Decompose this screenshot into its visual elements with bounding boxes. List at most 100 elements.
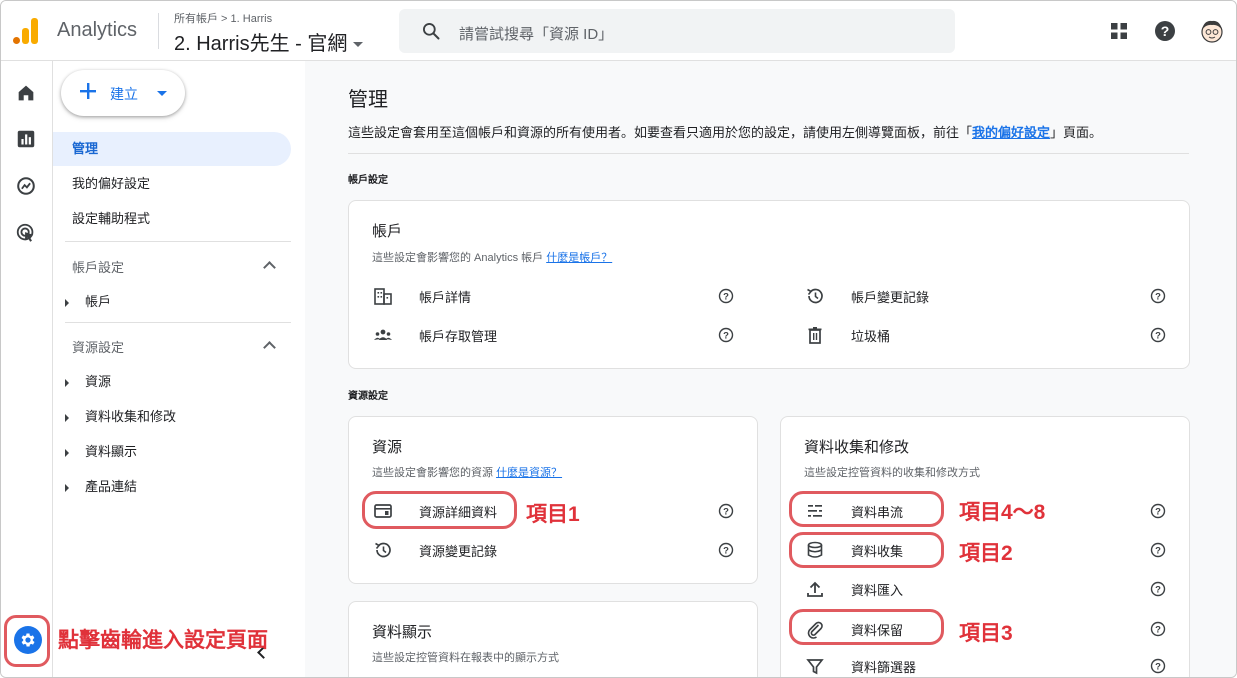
left-rail [1, 61, 53, 677]
avatar[interactable] [1199, 18, 1225, 44]
svg-text:?: ? [723, 292, 729, 303]
chevron-up-icon[interactable] [263, 261, 276, 274]
trash-icon [808, 327, 822, 344]
expand-arrow-icon [65, 448, 69, 457]
account-settings-section[interactable]: 帳戶設定 [72, 257, 124, 276]
explore-icon[interactable] [15, 175, 37, 197]
account-access-management-link[interactable]: 帳戶存取管理 [419, 326, 497, 345]
property-title: 2. Harris先生 - 官網 [174, 33, 348, 55]
highlight-property-details [362, 491, 517, 529]
advertising-icon[interactable] [15, 222, 37, 244]
analytics-logo-icon[interactable] [13, 18, 39, 44]
desc-text: 這些設定會套用至這個帳戶和資源的所有使用者。如要查看只適用於您的設定，請使用左側… [348, 125, 973, 140]
plus-icon [80, 83, 96, 99]
help-circle-icon[interactable]: ? [1150, 542, 1166, 558]
annotation-gear: 點擊齒輪進入設定頁面 [58, 629, 268, 652]
expand-arrow-icon [65, 378, 69, 387]
card-description: 這些設定控管資料在報表中的顯示方式 [372, 652, 559, 664]
svg-text:?: ? [1155, 585, 1161, 596]
caret-down-icon [157, 91, 167, 96]
annotation-item2: 項目2 [959, 542, 1013, 565]
data-display-card: 資料顯示 這些設定控管資料在報表中的顯示方式 [348, 601, 758, 677]
desc-text: 」頁面。 [1050, 125, 1103, 140]
upload-icon [807, 581, 823, 597]
svg-text:?: ? [1155, 662, 1161, 673]
nav-admin[interactable]: 管理 [53, 132, 291, 166]
page-description: 這些設定會套用至這個帳戶和資源的所有使用者。如要查看只適用於您的設定，請使用左側… [348, 122, 1102, 141]
filter-icon [806, 659, 824, 675]
tree-item-account[interactable]: 帳戶 [65, 291, 111, 310]
svg-text:?: ? [1155, 546, 1161, 557]
breadcrumb[interactable]: 所有帳戶 > 1. Harris [174, 10, 272, 26]
desc-text: 這些設定會影響您的 Analytics 帳戶 [372, 252, 544, 264]
data-filters-link[interactable]: 資料篩選器 [851, 657, 916, 676]
header-divider [158, 13, 159, 49]
property-selector[interactable]: 2. Harris先生 - 官網 [174, 27, 364, 56]
help-circle-icon[interactable]: ? [718, 542, 734, 558]
card-title: 資料收集和修改 [804, 439, 910, 456]
app-window: HARRIS先生 HARRIS先生 HARRIS先生 HARRIS先生 HARR… [0, 0, 1237, 678]
annotation-item4-8: 項目4～8 [959, 501, 1046, 524]
top-bar: Analytics 所有帳戶 > 1. Harris 2. Harris先生 -… [1, 1, 1236, 61]
apps-grid-icon[interactable] [1107, 19, 1131, 43]
card-title: 帳戶 [372, 223, 403, 240]
svg-text:?: ? [1155, 292, 1161, 303]
gear-circle [14, 626, 42, 654]
property-settings-section[interactable]: 資源設定 [72, 337, 124, 356]
nav-my-preferences[interactable]: 我的偏好設定 [53, 167, 291, 201]
account-change-history-link[interactable]: 帳戶變更記錄 [851, 287, 929, 306]
highlight-data-retention [789, 609, 944, 645]
help-circle-icon[interactable]: ? [1150, 503, 1166, 519]
reports-icon[interactable] [15, 128, 37, 150]
tree-item-label: 資源 [85, 374, 112, 389]
help-circle-icon[interactable]: ? [1150, 658, 1166, 674]
main-divider [348, 153, 1189, 154]
property-settings-label: 資源設定 [348, 391, 388, 402]
help-circle-icon[interactable]: ? [718, 288, 734, 304]
help-circle-icon[interactable]: ? [1150, 581, 1166, 597]
sidebar-divider [65, 241, 291, 242]
desc-text: 這些設定會影響您的資源 [372, 467, 493, 479]
home-icon[interactable] [15, 82, 37, 104]
card-description: 這些設定會影響您的資源 什麼是資源？ [372, 464, 562, 480]
property-change-history-link[interactable]: 資源變更記錄 [419, 541, 497, 560]
svg-text:?: ? [723, 546, 729, 557]
svg-text:?: ? [1155, 507, 1161, 518]
page-title: 管理 [348, 89, 388, 111]
search-bar[interactable]: 請嘗試搜尋「資源 ID」 [399, 9, 955, 53]
svg-text:?: ? [723, 331, 729, 342]
history-icon [807, 288, 823, 304]
app-name: Analytics [57, 19, 138, 41]
admin-gear-button[interactable] [4, 615, 50, 667]
my-preferences-link[interactable]: 我的偏好設定 [972, 125, 1050, 140]
help-circle-icon[interactable]: ? [1150, 327, 1166, 343]
tree-item-data-collection[interactable]: 資料收集和修改 [65, 406, 176, 425]
card-title: 資料顯示 [372, 624, 433, 641]
help-circle-icon[interactable]: ? [718, 327, 734, 343]
svg-text:?: ? [1161, 23, 1170, 39]
tree-item-product-links[interactable]: 產品連結 [65, 476, 137, 495]
annotation-item3: 項目3 [959, 622, 1013, 645]
what-is-account-link[interactable]: 什麼是帳戶？ [546, 252, 612, 264]
tree-item-label: 資料收集和修改 [85, 409, 177, 424]
help-circle-icon[interactable]: ? [1150, 288, 1166, 304]
tree-item-property[interactable]: 資源 [65, 371, 111, 390]
history-icon [375, 542, 391, 558]
chevron-up-icon[interactable] [263, 341, 276, 354]
svg-text:?: ? [723, 507, 729, 518]
create-button[interactable]: 建立 [61, 70, 185, 116]
trash-link[interactable]: 垃圾桶 [851, 326, 890, 345]
account-details-link[interactable]: 帳戶詳情 [419, 287, 471, 306]
help-icon[interactable]: ? [1153, 19, 1177, 43]
expand-arrow-icon [65, 413, 69, 422]
admin-sidebar: 建立 管理 我的偏好設定 設定輔助程式 帳戶設定 帳戶 資源設定 資源 資料收集… [53, 61, 305, 677]
data-import-link[interactable]: 資料匯入 [851, 580, 903, 599]
what-is-property-link[interactable]: 什麼是資源？ [496, 467, 562, 479]
nav-setup-assistant[interactable]: 設定輔助程式 [53, 202, 291, 236]
people-icon [374, 329, 392, 340]
tree-item-data-display[interactable]: 資料顯示 [65, 441, 137, 460]
account-settings-label: 帳戶設定 [348, 175, 388, 186]
help-circle-icon[interactable]: ? [718, 503, 734, 519]
help-circle-icon[interactable]: ? [1150, 621, 1166, 637]
search-placeholder: 請嘗試搜尋「資源 ID」 [459, 26, 614, 43]
